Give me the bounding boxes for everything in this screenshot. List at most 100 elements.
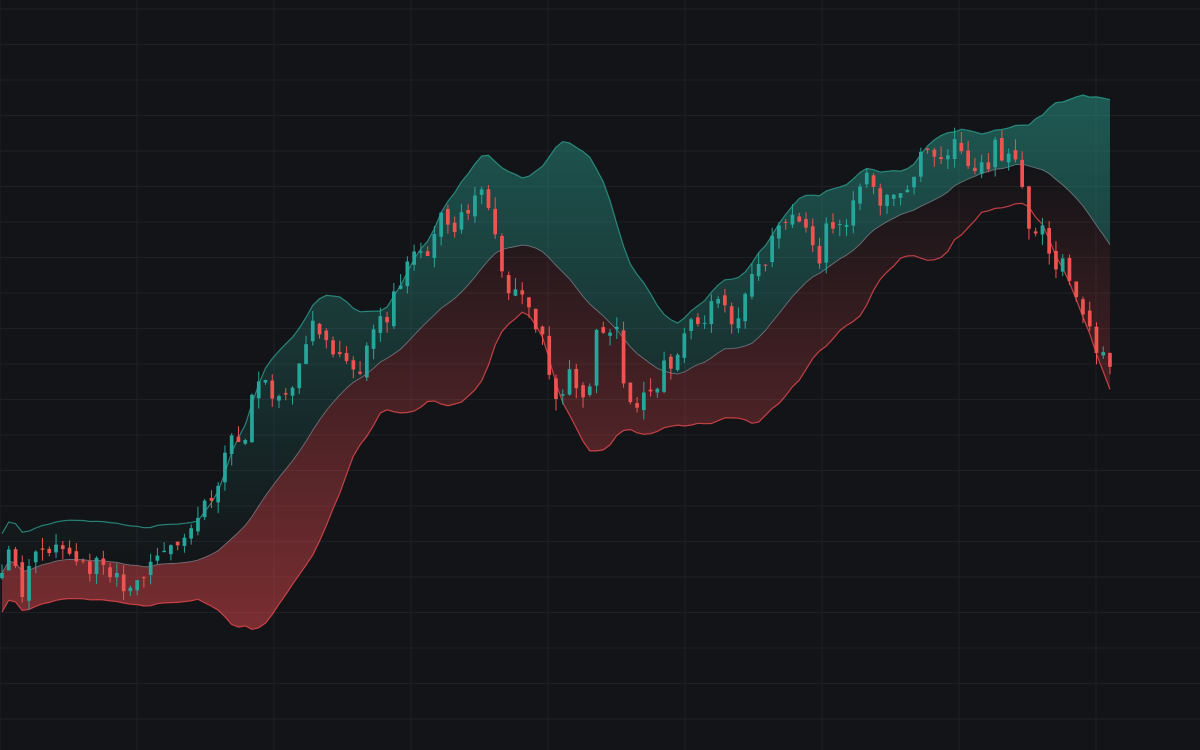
candle-body — [601, 327, 606, 333]
candle-body — [763, 264, 768, 266]
candle-body — [229, 435, 234, 454]
candle-body — [392, 291, 396, 327]
candle-body — [398, 285, 403, 289]
candle-body — [905, 189, 910, 193]
candle-body — [358, 371, 362, 374]
candle-body — [608, 332, 612, 336]
candle-body — [1094, 326, 1099, 353]
candle-body — [919, 151, 923, 177]
candle-body — [365, 345, 369, 378]
candle-down — [13, 547, 18, 568]
candle-body — [986, 162, 991, 170]
candle-body — [1013, 150, 1018, 160]
candle-body — [993, 139, 997, 168]
candle-body — [209, 498, 214, 501]
candle-body — [770, 235, 774, 262]
candle-body — [121, 574, 126, 592]
candle-body — [810, 226, 815, 246]
candle-body — [1020, 159, 1024, 187]
bollinger-bands — [1, 94, 1111, 631]
candle-body — [594, 329, 599, 386]
candle-down — [1027, 185, 1031, 240]
candle-body — [655, 388, 660, 393]
candle-down — [621, 321, 626, 388]
candle-body — [932, 149, 937, 157]
chart-canvas — [0, 0, 1200, 750]
candle-body — [979, 162, 984, 174]
candle-body — [628, 382, 633, 403]
candle-up — [6, 545, 11, 571]
candle-body — [142, 577, 146, 579]
candle-body — [1006, 153, 1011, 163]
candle-body — [196, 517, 200, 532]
candle-body — [216, 485, 220, 503]
candle-body — [925, 148, 930, 150]
candle-body — [1067, 257, 1072, 281]
candle-up — [250, 393, 254, 443]
candle-body — [520, 290, 525, 295]
candle-body — [783, 221, 788, 223]
candle-body — [344, 352, 349, 361]
candle-body — [148, 561, 153, 575]
candle-body — [115, 573, 119, 578]
candle-body — [844, 224, 849, 227]
candle-body — [94, 557, 99, 575]
candle-body — [263, 380, 268, 383]
candle-body — [1060, 258, 1065, 272]
candle-body — [864, 172, 869, 185]
candle-down — [533, 308, 538, 333]
candle-body — [317, 323, 322, 335]
candle-body — [946, 155, 950, 160]
candle-body — [635, 403, 639, 408]
candle-body — [831, 222, 835, 229]
candle-body — [1108, 352, 1112, 367]
candle-down — [554, 374, 558, 411]
candle-body — [223, 452, 227, 483]
candle-body — [1081, 299, 1085, 315]
candle-body — [27, 566, 31, 601]
candle-body — [20, 562, 25, 597]
candle-body — [13, 549, 18, 566]
candle-body — [1040, 225, 1045, 235]
candle-body — [885, 194, 889, 206]
candle-body — [337, 352, 342, 355]
candle-body — [331, 340, 335, 355]
candle-down — [1033, 227, 1038, 237]
candle-body — [479, 189, 484, 195]
candle-body — [324, 330, 329, 341]
candle-body — [283, 393, 288, 395]
candle-body — [837, 224, 842, 225]
candle-body — [662, 360, 666, 392]
candle-body — [777, 225, 781, 239]
candle-body — [439, 212, 443, 237]
candle-body — [446, 208, 450, 225]
candle-body — [547, 335, 552, 375]
candle-body — [250, 394, 254, 443]
candle-body — [277, 396, 281, 401]
candle-down — [628, 382, 633, 405]
candle-body — [0, 572, 4, 579]
candle-body — [378, 316, 383, 333]
candle-body — [682, 333, 687, 358]
candle-body — [135, 580, 139, 591]
candle-body — [912, 176, 916, 188]
candle-body — [74, 551, 79, 562]
candle-body — [40, 548, 45, 550]
candle-body — [54, 544, 58, 553]
candle-body — [871, 175, 876, 187]
candle-body — [689, 319, 693, 331]
candle-body — [581, 385, 585, 398]
candle-body — [567, 369, 572, 395]
candle-body — [527, 297, 531, 308]
candle-body — [1054, 251, 1058, 270]
candle-body — [797, 216, 802, 222]
candle-body — [452, 222, 457, 232]
candle-body — [128, 587, 133, 592]
candle-body — [736, 318, 741, 329]
candle-up — [675, 353, 680, 372]
candle-down — [500, 233, 504, 278]
candle-body — [1101, 352, 1106, 356]
candle-body — [952, 139, 957, 159]
candle-body — [966, 150, 970, 166]
candle-body — [675, 354, 680, 370]
